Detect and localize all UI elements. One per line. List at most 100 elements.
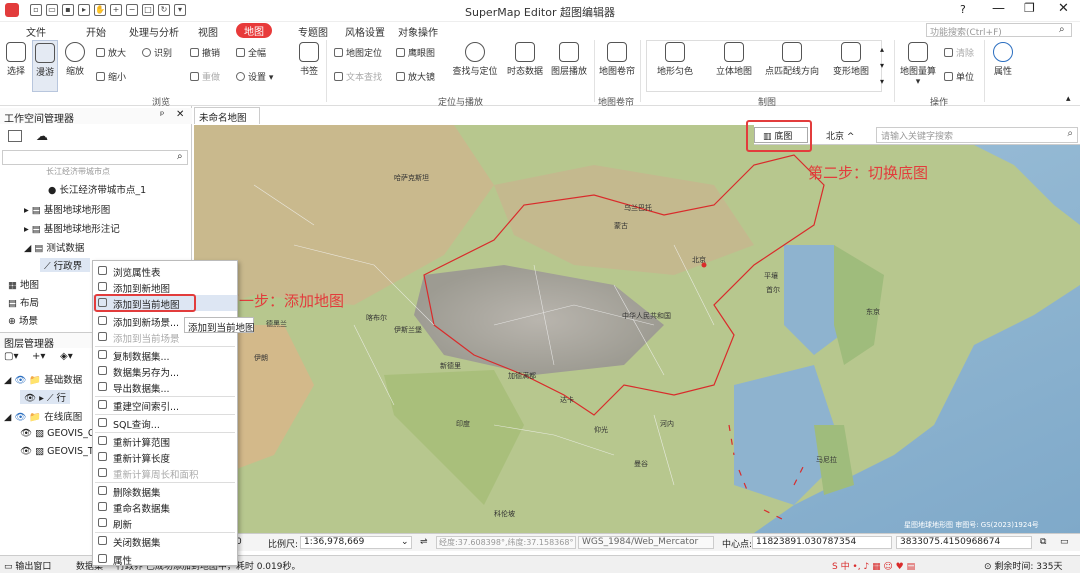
eye-icon[interactable]: 👁 (14, 375, 26, 386)
city-select[interactable]: 北京 ^ (820, 128, 876, 143)
layers-icon[interactable]: ◈▾ (60, 351, 73, 362)
function-search[interactable]: 功能搜索(Ctrl+F) ⌕ (926, 23, 1072, 38)
map-locate-button[interactable]: 地图定位 (334, 46, 382, 59)
terrain-color-button[interactable]: 地形匀色 (652, 42, 698, 77)
unit-button[interactable]: 单位 (944, 70, 974, 83)
find-locate-button[interactable]: 查找与定位 (452, 42, 498, 77)
tree-item[interactable]: ⊕ 场景 (8, 313, 38, 327)
roller-icon (607, 42, 627, 62)
context-menu-item[interactable]: 刷新 (93, 515, 237, 531)
magnifier-button[interactable]: 放大镜 (396, 70, 435, 83)
pan-button[interactable]: 漫游 (32, 40, 58, 92)
undo-button[interactable]: 撤销 (190, 46, 220, 59)
deform-icon (841, 42, 861, 62)
point-direction-button[interactable]: 点匹配线方向 (763, 42, 821, 77)
settings-label: 设置 (248, 73, 267, 83)
tab-start[interactable]: 开始 (86, 24, 106, 39)
properties-button[interactable]: 属性 (988, 42, 1018, 77)
deform-map-button[interactable]: 变形地图 (828, 42, 874, 77)
center-y-input[interactable]: 3833075.4150968674 (896, 536, 1032, 549)
close-icon[interactable]: ✕ (176, 109, 184, 120)
bookmark-button[interactable]: 书签 (296, 42, 322, 77)
context-menu-item[interactable]: 复制数据集... (93, 347, 237, 363)
ime-toolbar[interactable]: S 中 •, ♪ ▦ ☺ ♥ ▤ (832, 559, 915, 572)
eye-icon[interactable]: 👁 (14, 412, 26, 423)
restore-button[interactable]: ❐ (1024, 1, 1035, 15)
tab-view[interactable]: 视图 (198, 24, 218, 39)
workspace-toolbar: ☁ (0, 126, 192, 148)
tree-item[interactable]: ▤ 布局 (8, 295, 39, 309)
scale-input[interactable]: 1:36,978,669 ⌄ (300, 536, 412, 549)
layer-play-button[interactable]: 图层播放 (549, 42, 589, 77)
layer-item-selected[interactable]: 👁 ▸ ⟋ 行 (20, 390, 71, 404)
map-view[interactable]: 北京 乌兰巴托 首尔 东京 平壤 新德里 伊斯兰堡 喀布尔 德黑兰 加德满都 达… (194, 125, 1080, 533)
tab-file[interactable]: 文件 (26, 24, 46, 39)
zoom-button[interactable]: 缩放 (62, 42, 88, 77)
tree-item[interactable]: 长江经济带城市点 (46, 166, 110, 177)
plus-icon[interactable]: +▾ (32, 351, 45, 362)
context-menu-item[interactable]: SQL查询... (93, 415, 237, 431)
redo-button[interactable]: 重做 (190, 70, 220, 83)
measure-button[interactable]: 地图量算 ▾ (898, 42, 938, 87)
context-menu-item[interactable]: 属性 (93, 551, 237, 567)
close-button[interactable]: ✕ (1058, 1, 1069, 16)
tree-item[interactable]: ● 长江经济带城市点_1 (48, 182, 146, 196)
select-button[interactable]: 选择 (4, 42, 28, 77)
zoom-in-button[interactable]: 放大 (96, 46, 126, 59)
map-roller-button[interactable]: 地图卷帘 (597, 42, 637, 77)
tree-item[interactable]: ▸ ▤ 基图地球地形注记 (24, 221, 120, 235)
text-find-button[interactable]: 文本查找 (334, 70, 382, 83)
tree-item[interactable]: ▦ 地图 (8, 277, 39, 291)
center-x-input[interactable]: 11823891.030787354 (752, 536, 892, 549)
menu-item-icon (98, 366, 107, 375)
context-menu-item[interactable]: 重新计算长度 (93, 449, 237, 465)
help-icon[interactable]: ? (960, 3, 966, 16)
layer-add-icon[interactable]: ▢▾ (4, 351, 18, 362)
dynamic-data-button[interactable]: 时态数据 (505, 42, 545, 77)
clear-button[interactable]: 清除 (944, 46, 974, 59)
map-tab[interactable]: 未命名地图 (194, 107, 260, 124)
lock-icon[interactable]: ▭ (1060, 537, 1069, 547)
tab-thematic[interactable]: 专题图 (298, 24, 328, 39)
layer-item[interactable]: 👁 ▧ GEOVIS_C (20, 428, 94, 439)
full-extent-button[interactable]: 全幅 (236, 46, 266, 59)
context-menu-item[interactable]: 关闭数据集 (93, 533, 237, 549)
swap-icon[interactable]: ⇌ (420, 537, 428, 547)
context-menu-item[interactable]: 导出数据集... (93, 379, 237, 395)
eagle-eye-button[interactable]: 鹰眼图 (396, 46, 435, 59)
context-menu-item[interactable]: 重新计算范围 (93, 433, 237, 449)
cloud-icon[interactable]: ☁ (36, 129, 48, 143)
tree-item[interactable]: ▸ ▤ 基图地球地形图 (24, 202, 110, 216)
stereo-map-button[interactable]: 立体地图 (711, 42, 757, 77)
pin-icon[interactable]: ᵖ (160, 110, 164, 121)
workspace-search-input[interactable]: ⌕ (2, 150, 188, 165)
minimize-button[interactable]: — (992, 1, 1005, 16)
redo-icon (190, 72, 199, 81)
layer-group[interactable]: ◢ 👁 📁 基础数据 (4, 372, 82, 386)
settings-button[interactable]: 设置 ▾ (236, 70, 273, 83)
gallery-scroll-icon[interactable]: ▴ ▾ ▾ (880, 42, 884, 90)
output-window-tab[interactable]: ▭ 输出窗口 (4, 559, 51, 572)
layer-group[interactable]: ◢ 👁 📁 在线底图 (4, 409, 82, 423)
collapse-ribbon-icon[interactable]: ▴ (1066, 94, 1071, 104)
context-menu-item[interactable]: 重建空间索引... (93, 397, 237, 413)
identify-button[interactable]: 识别 (142, 46, 172, 59)
context-menu-item[interactable]: 添加到新地图 (93, 279, 237, 295)
tab-object[interactable]: 对象操作 (398, 24, 438, 39)
tab-style[interactable]: 风格设置 (345, 24, 385, 39)
layer-item[interactable]: 👁 ▧ GEOVIS_T (20, 446, 94, 457)
group-locate: 定位与播放 (438, 98, 484, 108)
context-menu-item[interactable]: 重命名数据集 (93, 499, 237, 515)
context-menu-label: 复制数据集... (113, 352, 170, 363)
context-menu-item[interactable]: 数据集另存为... (93, 363, 237, 379)
context-menu-item[interactable]: 浏览属性表 (93, 263, 237, 279)
tree-item-selected[interactable]: ⟋ 行政界 (40, 258, 91, 272)
map-search-input[interactable]: 请输入关键字搜索 ⌕ (876, 127, 1078, 143)
zoom-out-button[interactable]: 缩小 (96, 70, 126, 83)
tab-analysis[interactable]: 处理与分析 (129, 24, 179, 39)
tree-item[interactable]: ◢ ▤ 测试数据 (24, 240, 84, 254)
copy-icon[interactable]: ⧉ (1040, 537, 1046, 547)
workspace-tool-icon[interactable] (8, 130, 22, 142)
tab-map[interactable]: 地图 (236, 23, 272, 38)
context-menu-item[interactable]: 删除数据集 (93, 483, 237, 499)
